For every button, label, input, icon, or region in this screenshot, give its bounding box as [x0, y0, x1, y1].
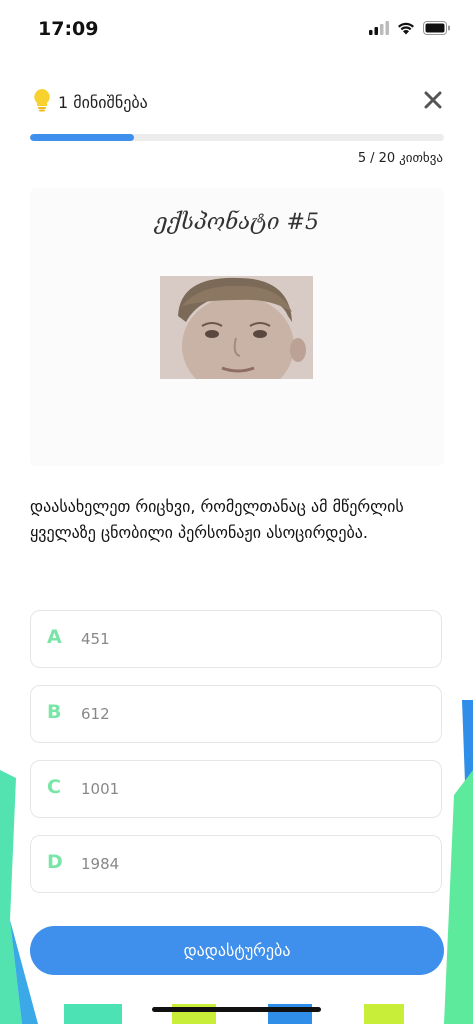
close-button[interactable]	[421, 88, 445, 112]
answer-letter: C	[47, 776, 61, 798]
lightbulb-icon	[32, 88, 52, 116]
decor-bottom-bar-1	[64, 1004, 122, 1024]
close-icon	[421, 91, 445, 116]
answer-option-a[interactable]: A 451	[30, 610, 442, 668]
answer-value: 1984	[81, 855, 120, 873]
home-indicator	[152, 1007, 321, 1012]
hint-label: 1 მინიშნება	[58, 92, 148, 112]
progress-unit: კითხვა	[399, 151, 443, 166]
wifi-icon	[397, 20, 415, 39]
answer-value: 612	[81, 705, 110, 723]
progress-current: 5	[357, 151, 367, 166]
answer-option-c[interactable]: C 1001	[30, 760, 442, 818]
answer-letter: D	[47, 851, 63, 873]
progress-bar	[30, 134, 444, 141]
answer-letter: B	[47, 701, 62, 723]
progress-label: 5 / 20 კითხვა	[358, 151, 443, 166]
exhibit-image: ექსპონატი #5	[30, 188, 444, 466]
hint-row[interactable]: 1 მინიშნება	[32, 88, 148, 116]
battery-icon	[423, 20, 451, 39]
status-time: 17:09	[38, 18, 99, 40]
answer-value: 451	[81, 630, 110, 648]
status-icons	[369, 20, 451, 39]
decor-bottom-bar-4	[364, 1004, 404, 1024]
progress-fill	[30, 134, 134, 141]
progress-total: / 20	[370, 151, 396, 166]
answer-option-d[interactable]: D 1984	[30, 835, 442, 893]
answer-letter: A	[47, 626, 62, 648]
answer-value: 1001	[81, 780, 120, 798]
portrait-photo	[160, 276, 313, 379]
answer-option-b[interactable]: B 612	[30, 685, 442, 743]
exhibit-caption: ექსპონატი #5	[155, 210, 319, 235]
confirm-button[interactable]: დადასტურება	[30, 926, 444, 975]
signal-icon	[369, 20, 389, 39]
question-text: დაასახელეთ რიცხვი, რომელთანაც ამ მწერლის…	[30, 497, 404, 542]
status-bar: 17:09	[0, 0, 473, 58]
